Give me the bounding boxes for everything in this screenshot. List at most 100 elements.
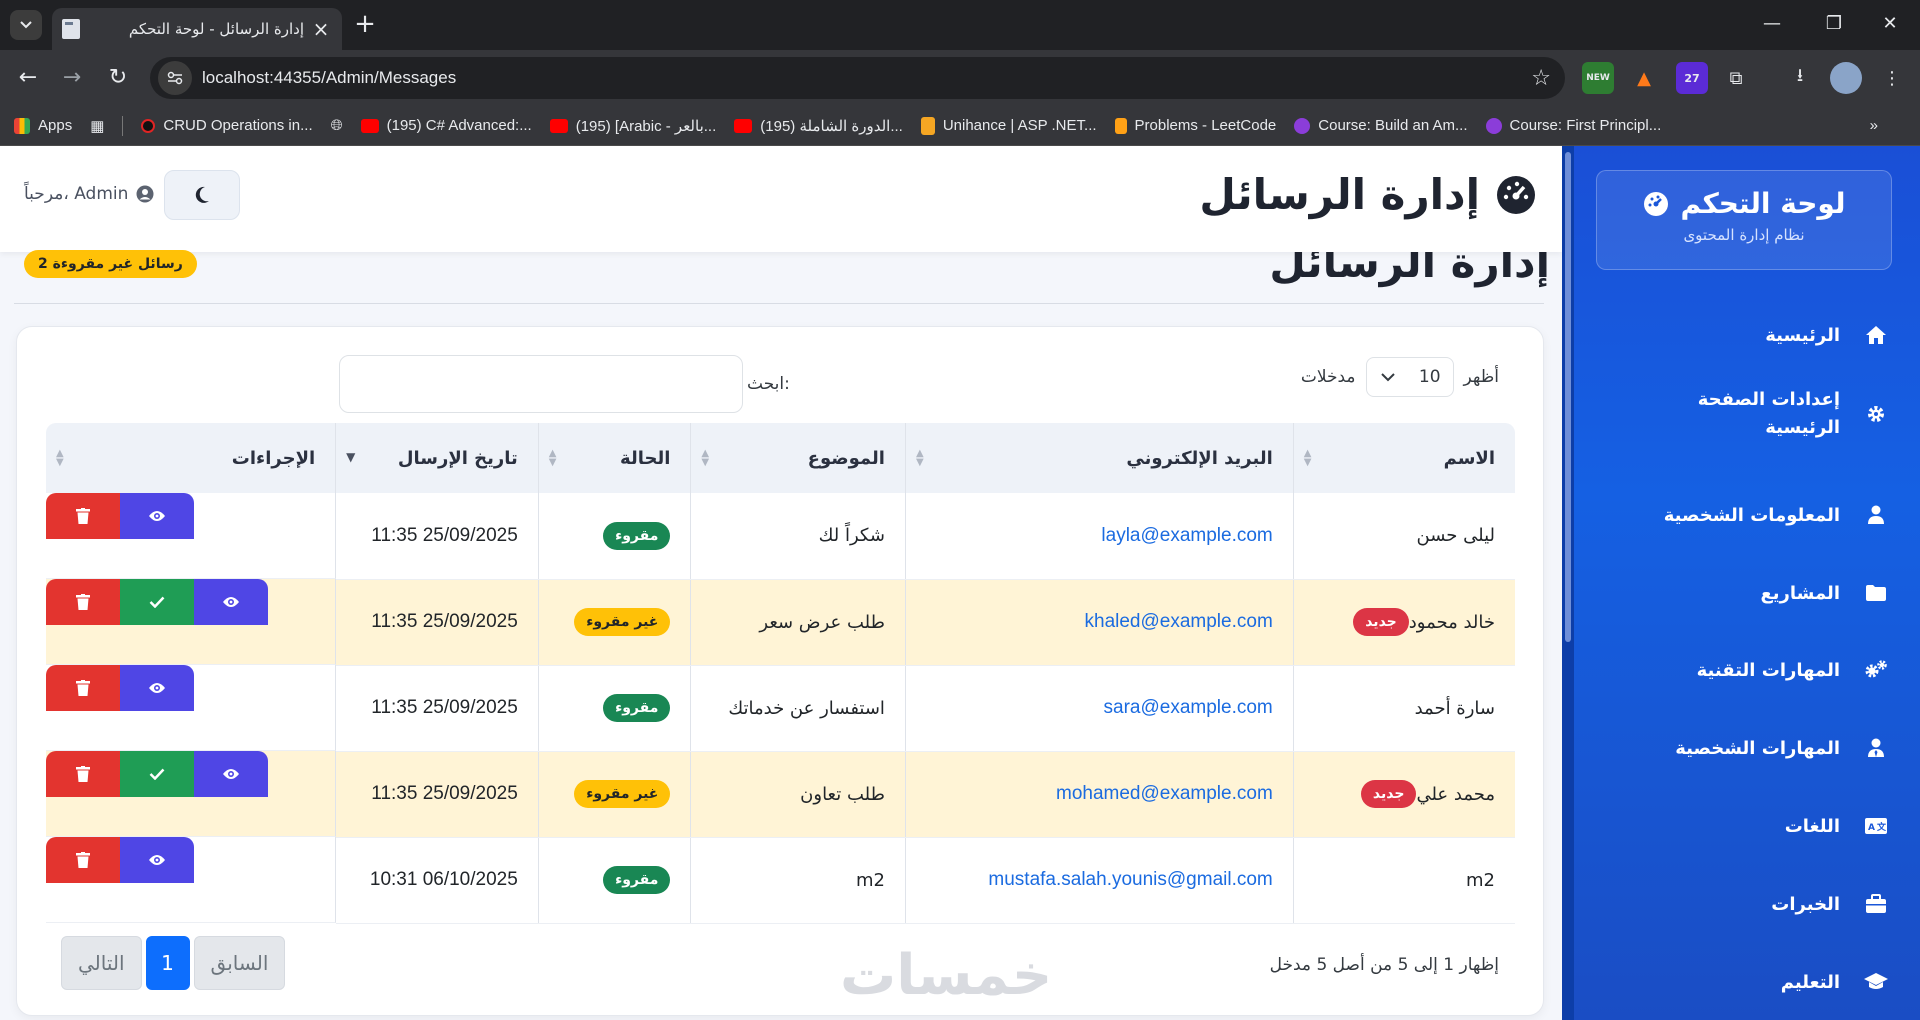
- page-1-button[interactable]: 1: [145, 936, 190, 990]
- email-link[interactable]: khaled@example.com: [1085, 611, 1273, 632]
- extension-fire-icon[interactable]: ▲: [1628, 62, 1660, 94]
- previous-page-button[interactable]: السابق: [193, 936, 286, 990]
- extensions-puzzle-icon[interactable]: ⧉: [1720, 62, 1752, 94]
- delete-button[interactable]: [46, 493, 120, 539]
- download-icon[interactable]: ⭳: [1784, 62, 1816, 94]
- back-button[interactable]: ←: [12, 62, 44, 94]
- delete-button[interactable]: [46, 751, 120, 797]
- bookmark-item[interactable]: (195) C# Advanced:...: [360, 117, 532, 134]
- view-button[interactable]: [120, 837, 194, 883]
- bookmark-item[interactable]: (195) الدورة الشاملة...: [734, 117, 903, 135]
- sidebar-item-education[interactable]: التعليم: [1590, 968, 1890, 996]
- view-button[interactable]: [194, 579, 268, 625]
- divider: [14, 303, 1544, 304]
- page-length-select[interactable]: 10: [1365, 357, 1454, 397]
- leetcode-icon: [1114, 117, 1127, 134]
- bookmark-item[interactable]: Unihance | ASP .NET...: [920, 116, 1097, 135]
- email-link[interactable]: mohamed@example.com: [1056, 783, 1273, 804]
- bookmark-item[interactable]: Course: First Principl...: [1485, 117, 1661, 134]
- column-date[interactable]: تاريخ الإرسال ▼: [335, 423, 539, 493]
- sidebar-item-label: المهارات الشخصية: [1675, 737, 1840, 759]
- next-page-button[interactable]: التالي: [61, 936, 142, 990]
- view-button[interactable]: [120, 665, 194, 711]
- sidebar-item-label: المشاريع: [1760, 582, 1841, 604]
- home-icon: [1862, 321, 1890, 349]
- trash-icon: [76, 852, 90, 868]
- mark-read-button[interactable]: [120, 751, 194, 797]
- profile-avatar[interactable]: [1830, 62, 1862, 94]
- column-status[interactable]: الحالة ▲ ▼: [538, 423, 692, 493]
- sidebar-item-soft-skills[interactable]: المهارات الشخصية: [1590, 734, 1890, 762]
- mark-read-button[interactable]: [120, 579, 194, 625]
- view-button[interactable]: [120, 493, 194, 539]
- theme-toggle-button[interactable]: [164, 170, 240, 220]
- reload-button[interactable]: ↻: [102, 62, 134, 94]
- tab-search-button[interactable]: [10, 10, 42, 40]
- name-cell: ليلى حسن: [1293, 493, 1515, 580]
- bookmark-item[interactable]: Problems - LeetCode: [1114, 117, 1276, 134]
- bookmark-apps[interactable]: Apps: [14, 117, 72, 134]
- check-icon: [149, 768, 165, 780]
- site-info-icon[interactable]: [158, 61, 192, 95]
- globe-icon[interactable]: 🌐︎: [331, 117, 343, 134]
- table-info: إظهار 1 إلى 5 من أصل 5 مدخل: [1269, 955, 1499, 975]
- sidebar-item-home[interactable]: الرئيسية: [1590, 321, 1890, 349]
- delete-button[interactable]: [46, 665, 120, 711]
- delete-button[interactable]: [46, 837, 120, 883]
- actions-cell: [46, 665, 336, 751]
- brand-box[interactable]: لوحة التحكم نظام إدارة المحتوى: [1596, 170, 1892, 270]
- search-input[interactable]: [339, 355, 743, 413]
- forward-button[interactable]: →: [56, 62, 88, 94]
- omnibox[interactable]: localhost:44355/Admin/Messages ☆: [150, 57, 1565, 99]
- table-row: 11:35 25/09/2025 غير مقروء طلب تعاون mohame…: [46, 751, 1515, 838]
- email-cell: sara@example.com: [905, 665, 1294, 752]
- trash-icon: [76, 680, 90, 696]
- column-email[interactable]: البريد الإلكتروني ▲ ▼: [905, 423, 1294, 493]
- browser-tab[interactable]: إدارة الرسائل - لوحة التحكم ×: [52, 8, 342, 50]
- youtube-icon: [360, 118, 379, 133]
- view-button[interactable]: [194, 751, 268, 797]
- moon-icon: [195, 186, 209, 203]
- new-tab-button[interactable]: +: [350, 10, 380, 40]
- subject-cell: طلب عرض سعر: [690, 579, 906, 666]
- sidebar: لوحة التحكم نظام إدارة المحتوى الرئيسية …: [1562, 146, 1920, 1020]
- column-name[interactable]: الاسم ▲ ▼: [1293, 423, 1515, 493]
- eye-icon: [148, 853, 166, 867]
- sidebar-scrollbar[interactable]: [1562, 146, 1574, 1020]
- sidebar-item-experience[interactable]: الخبرات: [1590, 890, 1890, 918]
- extension-new-icon[interactable]: NEW: [1582, 62, 1614, 94]
- bookmark-star-icon[interactable]: ☆: [1531, 66, 1551, 91]
- column-actions[interactable]: الإجراءات ▲ ▼: [46, 423, 337, 493]
- delete-button[interactable]: [46, 579, 120, 625]
- column-subject[interactable]: الموضوع ▲ ▼: [690, 423, 906, 493]
- status-cell: مقروء: [538, 493, 692, 580]
- tab-groups-icon[interactable]: ▦: [90, 117, 104, 135]
- sidebar-item-home-settings[interactable]: إعدادات الصفحة الرئيسية: [1590, 386, 1890, 442]
- show-label: أظهر: [1463, 367, 1499, 387]
- welcome-user[interactable]: مرحباً، Admin: [24, 184, 154, 204]
- email-link[interactable]: sara@example.com: [1104, 697, 1273, 718]
- bookmark-item[interactable]: Course: Build an Am...: [1294, 117, 1468, 134]
- browser-menu-icon[interactable]: ⋮: [1876, 62, 1908, 94]
- sidebar-item-label: التعليم: [1780, 971, 1840, 993]
- sidebar-item-languages[interactable]: اللغات A文: [1590, 812, 1890, 840]
- sidebar-item-projects[interactable]: المشاريع: [1590, 579, 1890, 607]
- extension-badge-icon[interactable]: 27: [1676, 62, 1708, 94]
- close-tab-icon[interactable]: ×: [310, 18, 332, 40]
- restore-button[interactable]: ❐: [1814, 8, 1854, 40]
- language-icon: A文: [1862, 812, 1890, 840]
- check-icon: [149, 596, 165, 608]
- gear-icon: [1862, 400, 1890, 428]
- more-bookmarks-icon[interactable]: »: [1870, 117, 1878, 134]
- email-link[interactable]: mustafa.salah.younis@gmail.com: [988, 869, 1272, 890]
- sidebar-item-personal-info[interactable]: المعلومات الشخصية: [1590, 501, 1890, 529]
- sidebar-item-tech-skills[interactable]: المهارات التقنية: [1590, 656, 1890, 684]
- close-window-button[interactable]: ✕: [1870, 8, 1910, 40]
- bookmark-item[interactable]: (195) [Arabic - بالعر...: [549, 117, 716, 135]
- email-cell: mohamed@example.com: [905, 751, 1294, 838]
- status-cell: مقروء: [538, 837, 692, 924]
- user-tie-icon: [1862, 734, 1890, 762]
- email-link[interactable]: layla@example.com: [1101, 525, 1272, 546]
- bookmark-item[interactable]: CRUD Operations in...: [141, 117, 313, 134]
- minimize-button[interactable]: —: [1752, 8, 1792, 40]
